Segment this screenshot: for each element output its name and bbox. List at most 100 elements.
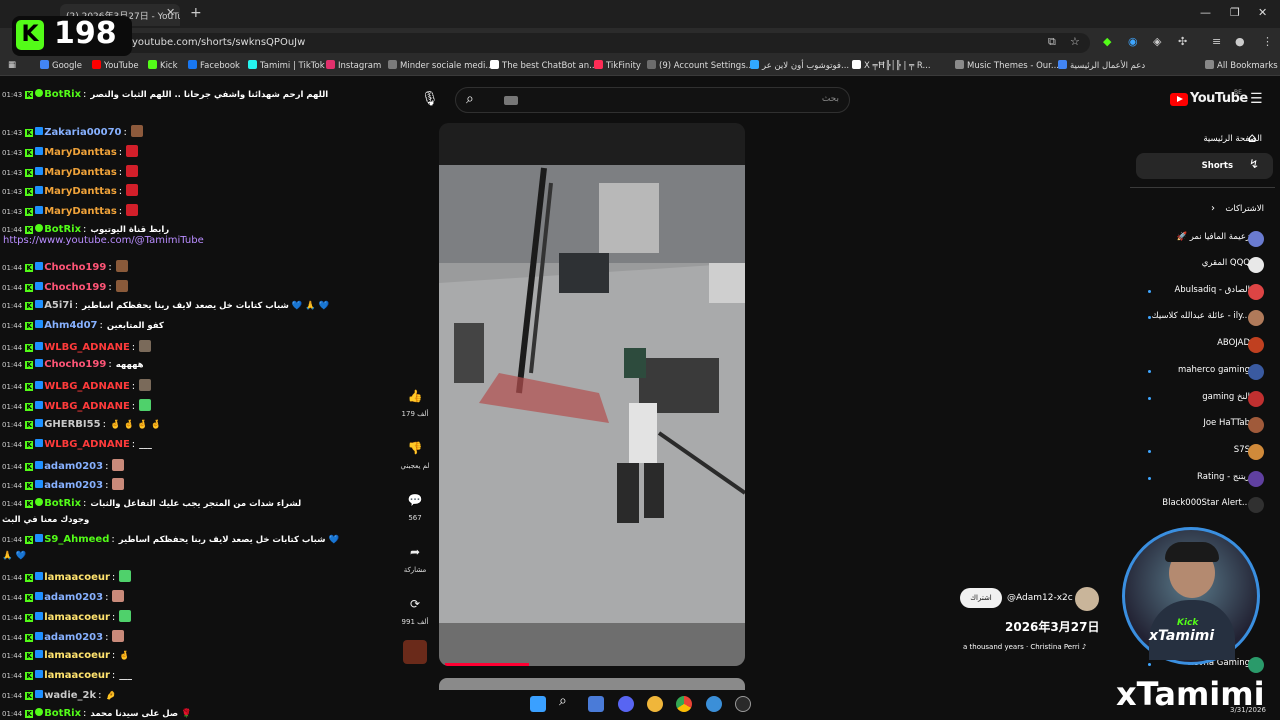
chat-username[interactable]: WLBG_ADNANE: [44, 401, 130, 412]
chat-username[interactable]: MaryDanttas: [44, 206, 117, 217]
bookmark-item[interactable]: The best ChatBot an...: [490, 60, 597, 71]
dislike-icon[interactable]: 👎: [404, 437, 426, 459]
hamburger-menu-icon[interactable]: ☰: [1250, 91, 1263, 107]
taskbar-search-icon[interactable]: ⌕: [559, 693, 567, 709]
bookmark-item[interactable]: Music Themes - Our...: [955, 60, 1059, 71]
shorts-icon[interactable]: ↯: [1249, 157, 1259, 171]
channel-avatar[interactable]: [1248, 364, 1264, 380]
remix-button[interactable]: ⟳ 991 ألف: [400, 593, 430, 626]
chat-username[interactable]: Chocho199: [44, 359, 106, 370]
bookmark-item[interactable]: Google: [40, 60, 82, 71]
address-bar[interactable]: youtube.com/shorts/swknsQPOuJw: [120, 33, 1090, 53]
channel-avatar[interactable]: [1248, 471, 1264, 487]
channel-avatar[interactable]: [1248, 337, 1264, 353]
channel-avatar[interactable]: [1248, 657, 1264, 673]
chat-username[interactable]: BotRix: [44, 224, 81, 235]
chat-username[interactable]: lamaacoeur: [44, 572, 110, 583]
chat-username[interactable]: lamaacoeur: [44, 670, 110, 681]
channel-avatar[interactable]: [1248, 231, 1264, 247]
chat-username[interactable]: BotRix: [44, 498, 81, 509]
extensions-puzzle-icon[interactable]: ✣: [1178, 35, 1187, 48]
chat-link[interactable]: https://www.youtube.com/@TamimiTube: [3, 235, 204, 246]
channel-avatar[interactable]: [1248, 497, 1264, 513]
bookmark-item[interactable]: دعم الأعمال الرئيسية: [1058, 60, 1145, 71]
bookmark-item[interactable]: (9) Account Settings...: [647, 60, 754, 71]
windows-start-icon[interactable]: [530, 696, 546, 712]
media-icon[interactable]: ≡: [1212, 35, 1221, 48]
subscription-item[interactable]: maherco gaming: [1178, 365, 1250, 375]
chat-username[interactable]: Ahm4d07: [44, 320, 97, 331]
discord-icon[interactable]: [618, 696, 634, 712]
subscription-item[interactable]: Joe HaTTab: [1203, 418, 1250, 428]
chat-username[interactable]: WLBG_ADNANE: [44, 439, 130, 450]
bookmark-item[interactable]: All Bookmarks: [1205, 60, 1278, 71]
bookmark-item[interactable]: Minder sociale medi...: [388, 60, 493, 71]
subscribe-button[interactable]: اشتراك: [960, 588, 1002, 608]
new-tab-icon[interactable]: +: [190, 5, 202, 21]
chat-username[interactable]: adam0203: [44, 461, 103, 472]
search-input[interactable]: ⌕ بحث: [455, 87, 850, 113]
bookmark-item[interactable]: فوتوشوب أون لاين عر...: [750, 60, 849, 71]
chat-username[interactable]: MaryDanttas: [44, 147, 117, 158]
like-icon[interactable]: 👍: [404, 385, 426, 407]
menu-icon[interactable]: ⋮: [1262, 35, 1273, 48]
microphone-icon[interactable]: 🎙: [421, 91, 439, 107]
bookmark-item[interactable]: Facebook: [188, 60, 240, 71]
subscription-item[interactable]: عائلة عبدالله كلاسيك - ily...: [1152, 311, 1250, 321]
like-button[interactable]: 👍 179 ألف: [400, 385, 430, 418]
keyboard-icon[interactable]: [504, 96, 518, 105]
comment-button[interactable]: 💬 567: [400, 489, 430, 522]
chat-username[interactable]: BotRix: [44, 708, 81, 719]
close-tab-icon[interactable]: ✕: [166, 6, 175, 19]
taskbar-app-icon[interactable]: [706, 696, 722, 712]
chat-username[interactable]: GHERBI55: [44, 419, 100, 430]
profile-icon[interactable]: ●: [1235, 35, 1245, 48]
close-window-icon[interactable]: ✕: [1258, 6, 1267, 19]
bookmark-item[interactable]: YouTube: [92, 60, 139, 71]
youtube-logo-icon[interactable]: [1170, 93, 1188, 106]
extension-icon[interactable]: ◈: [1153, 35, 1161, 48]
obs-icon[interactable]: [735, 696, 751, 712]
restore-icon[interactable]: ❐: [1230, 6, 1240, 19]
sound-label[interactable]: a thousand years · Christina Perri ♪: [963, 643, 1086, 651]
channel-avatar[interactable]: [1248, 417, 1264, 433]
subscription-item[interactable]: Abulsadiq - الصادق: [1174, 285, 1250, 295]
install-icon[interactable]: ⧉: [1048, 35, 1056, 49]
sound-thumbnail[interactable]: [403, 640, 427, 664]
channel-avatar[interactable]: [1248, 284, 1264, 300]
nav-shorts[interactable]: Shorts: [1202, 161, 1233, 171]
chat-username[interactable]: WLBG_ADNANE: [44, 381, 130, 392]
chat-username[interactable]: lamaacoeur: [44, 612, 110, 623]
chat-username[interactable]: BotRix: [44, 89, 81, 100]
subscription-item[interactable]: Rating - ريتنج: [1197, 472, 1250, 482]
search-icon[interactable]: ⌕: [466, 91, 474, 107]
subscription-item[interactable]: 🚀 زعيمة المافيا نمر: [1176, 232, 1250, 242]
chat-username[interactable]: adam0203: [44, 480, 103, 491]
bookmark-item[interactable]: TikFinity: [594, 60, 641, 71]
chat-username[interactable]: Chocho199: [44, 282, 106, 293]
bookmark-item[interactable]: Kick: [148, 60, 178, 71]
channel-avatar[interactable]: [1248, 391, 1264, 407]
nav-home[interactable]: الصفحة الرئيسية: [1203, 134, 1262, 144]
chat-username[interactable]: Chocho199: [44, 262, 106, 273]
channel-avatar[interactable]: [1075, 587, 1099, 611]
bookmark-star-icon[interactable]: ☆: [1070, 35, 1080, 48]
chat-username[interactable]: lamaacoeur: [44, 650, 110, 661]
subscriptions-header[interactable]: الاشتراكات: [1225, 204, 1264, 214]
subscription-item[interactable]: Black000Star Alert...: [1162, 498, 1250, 508]
share-icon[interactable]: ➦: [404, 541, 426, 563]
chat-username[interactable]: adam0203: [44, 632, 103, 643]
extension-icon[interactable]: ◉: [1128, 35, 1138, 48]
subscription-item[interactable]: المقري QQQ: [1202, 258, 1250, 268]
subscription-item[interactable]: ABOJAD: [1217, 338, 1250, 348]
chat-username[interactable]: WLBG_ADNANE: [44, 342, 130, 353]
channel-avatar[interactable]: [1248, 310, 1264, 326]
extension-icon[interactable]: ◆: [1103, 35, 1111, 48]
chat-username[interactable]: Zakaria00070: [44, 127, 121, 138]
remix-icon[interactable]: ⟳: [404, 593, 426, 615]
chat-username[interactable]: adam0203: [44, 592, 103, 603]
chrome-icon[interactable]: [676, 696, 692, 712]
channel-avatar[interactable]: [1248, 257, 1264, 273]
chat-username[interactable]: MaryDanttas: [44, 167, 117, 178]
taskbar-app-icon[interactable]: [647, 696, 663, 712]
